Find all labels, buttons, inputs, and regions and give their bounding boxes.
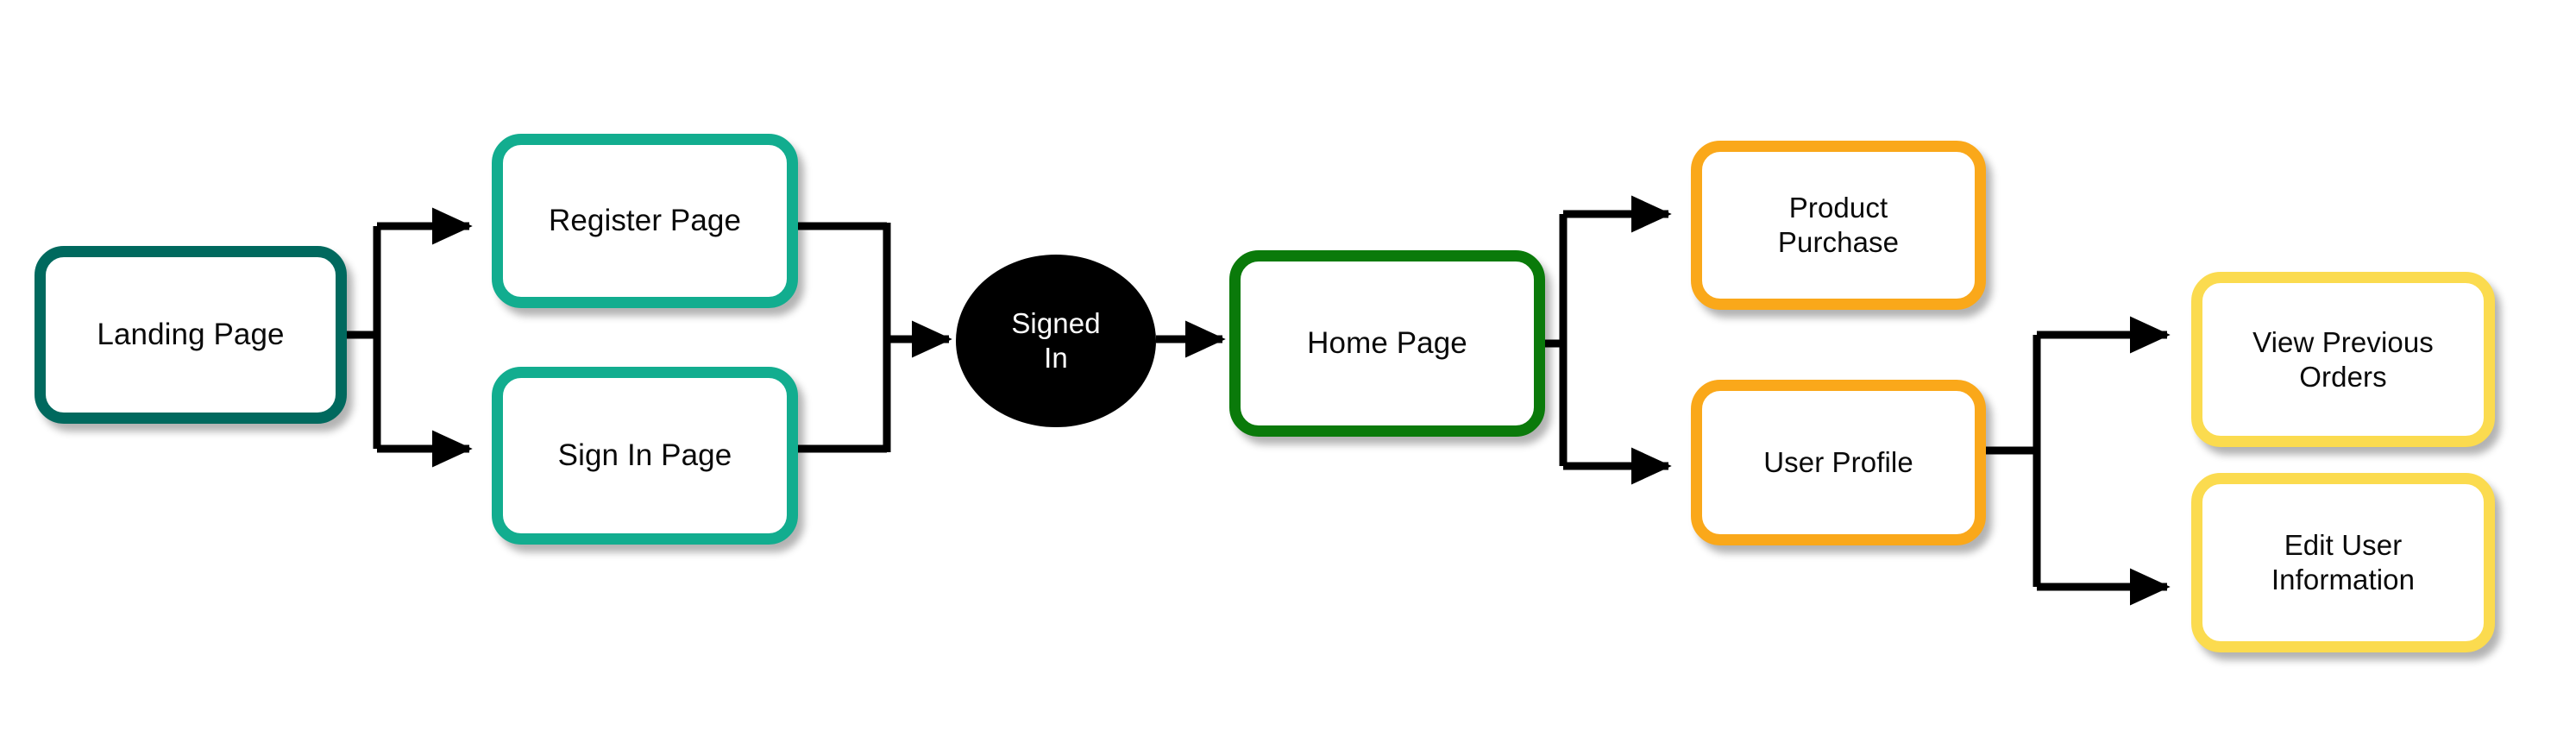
node-product-purchase-label: Product Purchase [1777, 192, 1900, 258]
node-product-purchase[interactable]: Product Purchase [1691, 141, 1986, 310]
node-landing-page[interactable]: Landing Page [35, 246, 347, 424]
node-signed-in[interactable]: Signed In [956, 255, 1156, 427]
node-edit-user-information-label: Edit User Information [2271, 529, 2416, 595]
node-sign-in-page-label: Sign In Page [557, 438, 732, 472]
node-user-profile-label: User Profile [1763, 446, 1913, 479]
flowchart-canvas: Landing Page Register Page Sign In Page … [0, 0, 2576, 756]
node-signed-in-label: Signed In [1011, 307, 1101, 374]
node-landing-page-label: Landing Page [97, 318, 285, 351]
node-view-previous-orders-label: View Previous Orders [2252, 325, 2434, 393]
node-register-page[interactable]: Register Page [492, 134, 798, 308]
node-sign-in-page[interactable]: Sign In Page [492, 367, 798, 545]
node-view-previous-orders[interactable]: View Previous Orders [2191, 272, 2495, 447]
node-home-page-label: Home Page [1307, 326, 1467, 360]
node-register-page-label: Register Page [548, 204, 742, 237]
node-user-profile[interactable]: User Profile [1691, 380, 1986, 545]
node-edit-user-information[interactable]: Edit User Information [2191, 473, 2495, 652]
node-home-page[interactable]: Home Page [1229, 250, 1545, 437]
